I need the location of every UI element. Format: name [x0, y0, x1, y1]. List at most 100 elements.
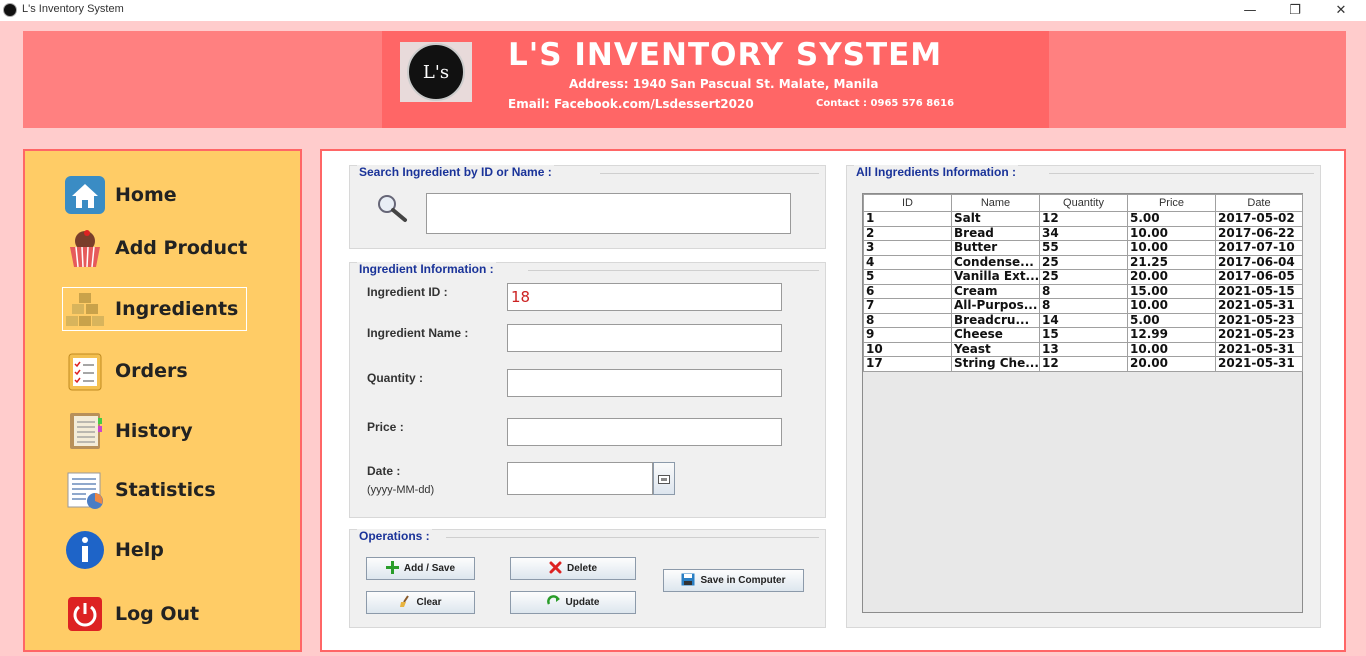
search-group: Search Ingredient by ID or Name :: [349, 165, 826, 249]
minimize-button[interactable]: —: [1227, 0, 1273, 21]
sidebar-item-history[interactable]: History: [63, 409, 193, 453]
search-group-title: Search Ingredient by ID or Name :: [357, 165, 554, 179]
close-button[interactable]: ✕: [1318, 0, 1364, 21]
table-cell: 25: [1039, 254, 1128, 270]
add-save-button[interactable]: Add / Save: [366, 557, 475, 580]
add-save-label: Add / Save: [403, 563, 456, 574]
table-cell: 55: [1039, 240, 1128, 256]
column-header-id[interactable]: ID: [863, 194, 952, 212]
ingredient-id-field[interactable]: 18: [507, 283, 782, 311]
table-cell: 15.00: [1127, 283, 1216, 299]
table-cell: 12: [1039, 211, 1128, 227]
delete-label: Delete: [566, 563, 597, 574]
table-cell: Cream: [951, 283, 1040, 299]
table-cell: 2021-05-15: [1215, 283, 1303, 299]
operations-title: Operations :: [357, 529, 432, 543]
calendar-icon: [658, 469, 670, 488]
chart-icon: [63, 469, 107, 511]
table-cell: 10.00: [1127, 298, 1216, 314]
sidebar-item-label: Help: [115, 539, 164, 561]
sidebar-item-help[interactable]: Help: [63, 528, 164, 572]
table-cell: 2021-05-31: [1215, 356, 1303, 372]
power-icon: [63, 593, 107, 635]
table-row[interactable]: 8 Breadcru... 14 5.00 2021-05-23: [863, 312, 1303, 328]
table-cell: 21.25: [1127, 254, 1216, 270]
search-input[interactable]: [426, 193, 791, 234]
sidebar-item-statistics[interactable]: Statistics: [63, 468, 216, 512]
sidebar-item-add-product[interactable]: Add Product: [63, 226, 247, 270]
ingredients-table-group: All Ingredients Information : ID Name Qu…: [846, 165, 1321, 628]
table-cell: 6: [863, 283, 952, 299]
column-header-quantity[interactable]: Quantity: [1039, 194, 1128, 212]
boxes-icon: [63, 288, 107, 330]
sidebar-item-orders[interactable]: Orders: [63, 349, 188, 393]
table-cell: 20.00: [1127, 356, 1216, 372]
table-row[interactable]: 3 Butter 55 10.00 2017-07-10: [863, 240, 1303, 256]
sidebar-item-home[interactable]: Home: [63, 173, 177, 217]
table-cell: 10.00: [1127, 341, 1216, 357]
save-computer-label: Save in Computer: [700, 575, 786, 586]
table-body: 1 Salt 12 5.00 2017-05-02 2 Bread 34 10.00 2017-0…: [863, 211, 1303, 372]
table-header-row: ID Name Quantity Price Date: [863, 194, 1303, 212]
date-field[interactable]: [507, 462, 653, 495]
quantity-field[interactable]: [507, 369, 782, 397]
table-cell: 5: [863, 269, 952, 285]
table-cell: 1: [863, 211, 952, 227]
table-cell: Salt: [951, 211, 1040, 227]
table-cell: 20.00: [1127, 269, 1216, 285]
table-cell: 13: [1039, 341, 1128, 357]
delete-button[interactable]: Delete: [510, 557, 636, 580]
table-cell: Condense...: [951, 254, 1040, 270]
table-cell: Butter: [951, 240, 1040, 256]
column-header-date[interactable]: Date: [1215, 194, 1303, 212]
table-row[interactable]: 17 String Che... 12 20.00 2021-05-31: [863, 356, 1303, 372]
restore-button[interactable]: ❐: [1272, 0, 1318, 21]
table-cell: 3: [863, 240, 952, 256]
sidebar-item-ingredients[interactable]: Ingredients: [62, 287, 247, 331]
plus-icon: [385, 560, 399, 577]
table-cell: Cheese: [951, 327, 1040, 343]
ingredient-name-field[interactable]: [507, 324, 782, 352]
price-label: Price :: [367, 420, 404, 434]
table-cell: 12.99: [1127, 327, 1216, 343]
price-field[interactable]: [507, 418, 782, 446]
table-cell: 2021-05-31: [1215, 298, 1303, 314]
broom-icon: [399, 595, 411, 610]
ingredient-name-label: Ingredient Name :: [367, 326, 469, 340]
search-icon: [375, 193, 409, 227]
table-cell: 17: [863, 356, 952, 372]
ingredients-table-viewport[interactable]: ID Name Quantity Price Date 1 Salt 12 5.00 2…: [862, 193, 1303, 613]
table-row[interactable]: 6 Cream 8 15.00 2021-05-15: [863, 283, 1303, 299]
table-cell: Bread: [951, 225, 1040, 241]
calendar-button[interactable]: [653, 462, 675, 495]
table-cell: 12: [1039, 356, 1128, 372]
table-row[interactable]: 5 Vanilla Ext... 25 20.00 2017-06-05: [863, 269, 1303, 285]
table-row[interactable]: 4 Condense... 25 21.25 2017-06-04: [863, 254, 1303, 270]
save-computer-button[interactable]: Save in Computer: [663, 569, 804, 592]
column-header-name[interactable]: Name: [951, 194, 1040, 212]
clear-button[interactable]: Clear: [366, 591, 475, 614]
table-cell: 15: [1039, 327, 1128, 343]
table-cell: 8: [863, 312, 952, 328]
table-cell: 25: [1039, 269, 1128, 285]
delete-icon: [549, 561, 562, 577]
sidebar-item-logout[interactable]: Log Out: [63, 592, 199, 636]
table-cell: Breadcru...: [951, 312, 1040, 328]
table-cell: 7: [863, 298, 952, 314]
update-button[interactable]: Update: [510, 591, 636, 614]
quantity-label: Quantity :: [367, 371, 423, 385]
header-banner: L's L'S INVENTORY SYSTEM Address: 1940 S…: [382, 31, 1049, 128]
app-icon: [3, 3, 17, 17]
window-title: L's Inventory System: [22, 3, 124, 15]
column-header-price[interactable]: Price: [1127, 194, 1216, 212]
table-cell: 14: [1039, 312, 1128, 328]
table-row[interactable]: 10 Yeast 13 10.00 2021-05-31: [863, 341, 1303, 357]
table-row[interactable]: 1 Salt 12 5.00 2017-05-02: [863, 211, 1303, 227]
table-cell: 2017-06-04: [1215, 254, 1303, 270]
logo: L's: [400, 42, 472, 102]
table-row[interactable]: 7 All-Purpos... 8 10.00 2021-05-31: [863, 298, 1303, 314]
checklist-icon: [63, 350, 107, 392]
ingredients-table: ID Name Quantity Price Date 1 Salt 12 5.00 2…: [863, 194, 1303, 372]
table-row[interactable]: 9 Cheese 15 12.99 2021-05-23: [863, 327, 1303, 343]
table-row[interactable]: 2 Bread 34 10.00 2017-06-22: [863, 225, 1303, 241]
